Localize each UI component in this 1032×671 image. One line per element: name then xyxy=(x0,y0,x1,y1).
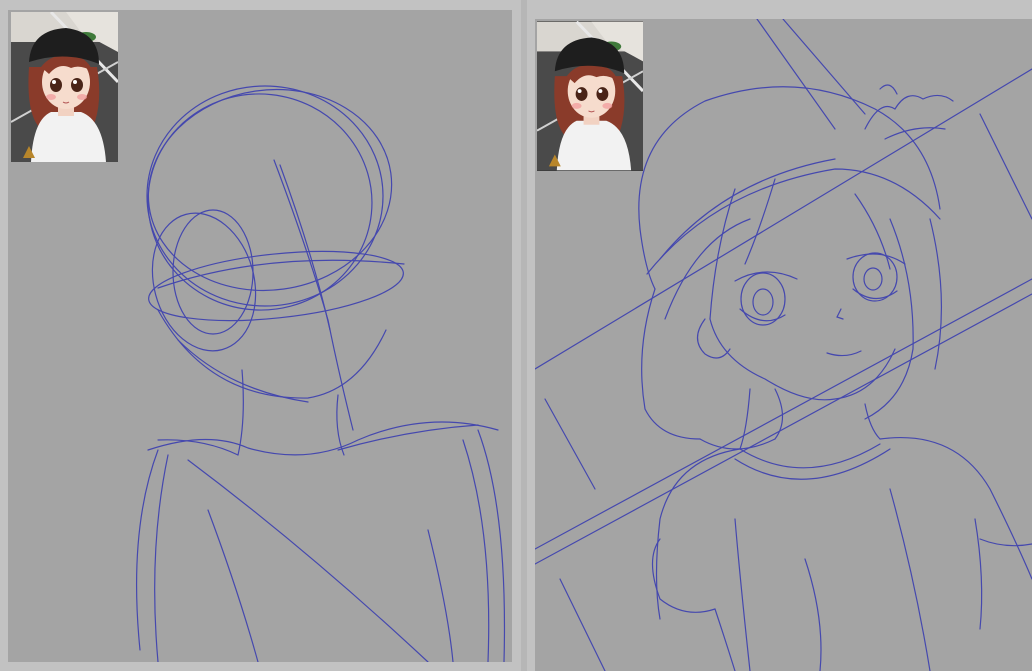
line-sketch-canvas xyxy=(535,19,1032,671)
rough-sketch-lines xyxy=(135,85,506,662)
line-sketch-lines xyxy=(535,19,1032,671)
rough-sketch-canvas xyxy=(8,10,512,662)
panel-divider xyxy=(521,0,527,671)
